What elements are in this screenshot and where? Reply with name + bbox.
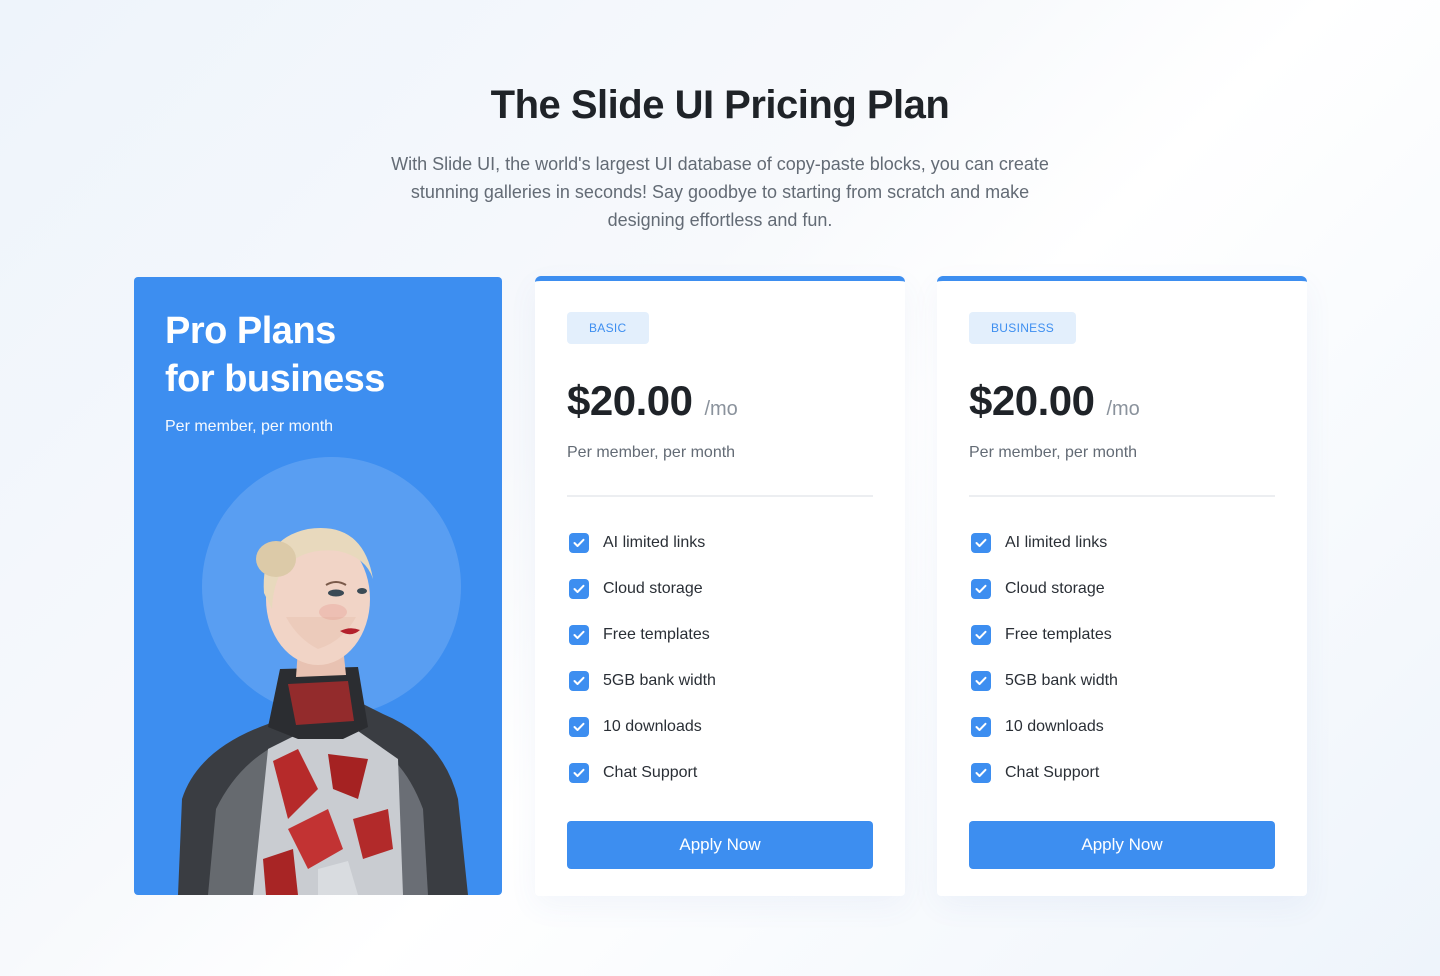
feature-item: 5GB bank width bbox=[971, 671, 1118, 691]
feature-item: AI limited links bbox=[971, 533, 1118, 553]
checkbox-checked-icon bbox=[569, 533, 589, 553]
woman-portrait-image bbox=[178, 528, 468, 895]
feature-list: AI limited links Cloud storage Free temp… bbox=[971, 533, 1118, 809]
promo-title-line: Pro Plans bbox=[165, 310, 336, 352]
promo-title: Pro Plans for business bbox=[165, 307, 385, 403]
checkbox-checked-icon bbox=[971, 763, 991, 783]
page-header: The Slide UI Pricing Plan With Slide UI,… bbox=[0, 78, 1440, 234]
checkbox-checked-icon bbox=[569, 625, 589, 645]
checkbox-checked-icon bbox=[971, 717, 991, 737]
feature-label: Chat Support bbox=[603, 764, 698, 781]
feature-item: Chat Support bbox=[569, 763, 716, 783]
feature-label: Free templates bbox=[603, 626, 710, 643]
plan-note: Per member, per month bbox=[567, 444, 736, 461]
feature-item: Free templates bbox=[569, 625, 716, 645]
plan-price: $20.00 bbox=[969, 377, 1095, 424]
divider bbox=[567, 495, 873, 497]
feature-label: 10 downloads bbox=[1005, 718, 1104, 735]
feature-list: AI limited links Cloud storage Free temp… bbox=[569, 533, 716, 809]
promo-title-line: for business bbox=[165, 358, 385, 400]
feature-item: Free templates bbox=[971, 625, 1118, 645]
checkbox-checked-icon bbox=[971, 625, 991, 645]
promo-card: Pro Plans for business Per member, per m… bbox=[134, 277, 502, 895]
feature-label: Free templates bbox=[1005, 626, 1112, 643]
feature-label: Cloud storage bbox=[603, 580, 703, 597]
page-title: The Slide UI Pricing Plan bbox=[490, 83, 950, 127]
feature-label: Cloud storage bbox=[1005, 580, 1105, 597]
checkbox-checked-icon bbox=[569, 763, 589, 783]
feature-label: 5GB bank width bbox=[1005, 672, 1118, 689]
apply-now-button[interactable]: Apply Now bbox=[969, 821, 1275, 869]
plan-period: /mo bbox=[704, 398, 738, 420]
feature-item: Cloud storage bbox=[971, 579, 1118, 599]
plan-period: /mo bbox=[1106, 398, 1140, 420]
feature-item: Chat Support bbox=[971, 763, 1118, 783]
price-row: $20.00 /mo bbox=[567, 377, 738, 425]
checkbox-checked-icon bbox=[971, 671, 991, 691]
feature-label: AI limited links bbox=[1005, 534, 1108, 551]
plan-price: $20.00 bbox=[567, 377, 693, 424]
apply-now-button[interactable]: Apply Now bbox=[567, 821, 873, 869]
divider bbox=[969, 495, 1275, 497]
feature-item: Cloud storage bbox=[569, 579, 716, 599]
page-subtitle: With Slide UI, the world's largest UI da… bbox=[391, 154, 1049, 230]
checkbox-checked-icon bbox=[971, 533, 991, 553]
checkbox-checked-icon bbox=[569, 579, 589, 599]
plan-card-basic: BASIC $20.00 /mo Per member, per month A… bbox=[535, 276, 905, 896]
price-row: $20.00 /mo bbox=[969, 377, 1140, 425]
checkbox-checked-icon bbox=[971, 579, 991, 599]
feature-label: 10 downloads bbox=[603, 718, 702, 735]
plan-badge: BUSINESS bbox=[969, 312, 1077, 344]
feature-label: 5GB bank width bbox=[603, 672, 716, 689]
feature-label: AI limited links bbox=[603, 534, 706, 551]
feature-item: AI limited links bbox=[569, 533, 716, 553]
plan-card-business: BUSINESS $20.00 /mo Per member, per mont… bbox=[937, 276, 1307, 896]
feature-item: 5GB bank width bbox=[569, 671, 716, 691]
feature-label: Chat Support bbox=[1005, 764, 1100, 781]
feature-item: 10 downloads bbox=[971, 717, 1118, 737]
checkbox-checked-icon bbox=[569, 671, 589, 691]
feature-item: 10 downloads bbox=[569, 717, 716, 737]
plan-badge: BASIC bbox=[567, 312, 649, 344]
checkbox-checked-icon bbox=[569, 717, 589, 737]
plan-note: Per member, per month bbox=[969, 444, 1138, 461]
promo-subtitle: Per member, per month bbox=[165, 418, 334, 435]
